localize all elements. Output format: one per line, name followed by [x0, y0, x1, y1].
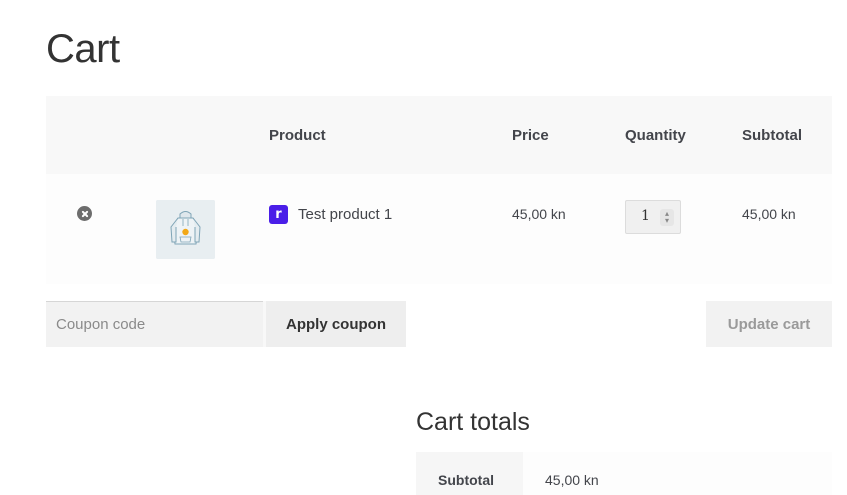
quantity-stepper[interactable]: ▴ ▾	[660, 209, 674, 226]
coupon-code-input[interactable]	[46, 301, 263, 347]
header-quantity: Quantity	[625, 127, 686, 144]
chevron-down-icon[interactable]: ▾	[663, 217, 671, 225]
page-title: Cart	[46, 27, 120, 71]
hoodie-image	[156, 200, 215, 259]
totals-subtotal-value: 45,00 kn	[545, 472, 599, 488]
cart-table-header: Product Price Quantity Subtotal	[46, 96, 832, 174]
brand-badge: r	[269, 205, 288, 224]
cart-item-row: r Test product 1 45,00 kn 1 ▴ ▾ 45,00 kn	[46, 174, 832, 284]
product-thumbnail[interactable]	[156, 200, 215, 259]
quantity-value: 1	[641, 208, 650, 224]
remove-item-icon[interactable]	[77, 206, 92, 221]
header-price: Price	[512, 127, 549, 144]
product-subtotal: 45,00 kn	[742, 206, 796, 222]
product-price: 45,00 kn	[512, 206, 566, 222]
update-cart-button[interactable]: Update cart	[706, 301, 832, 347]
cart-totals-table: Subtotal 45,00 kn	[416, 452, 832, 495]
quantity-input[interactable]: 1 ▴ ▾	[625, 200, 681, 234]
header-subtotal: Subtotal	[742, 127, 802, 144]
totals-label-cell: Subtotal	[416, 452, 523, 495]
cart-totals-title: Cart totals	[416, 408, 530, 436]
header-product: Product	[269, 127, 326, 144]
cart-page: Cart Product Price Quantity Subtotal r T…	[0, 0, 847, 495]
totals-subtotal-label: Subtotal	[438, 472, 494, 488]
cart-table: Product Price Quantity Subtotal r Test p…	[46, 96, 832, 284]
apply-coupon-button[interactable]: Apply coupon	[266, 301, 406, 347]
actions-spacer	[406, 301, 706, 347]
cart-actions: Apply coupon Update cart	[46, 301, 832, 347]
product-name-link[interactable]: Test product 1	[298, 205, 392, 224]
